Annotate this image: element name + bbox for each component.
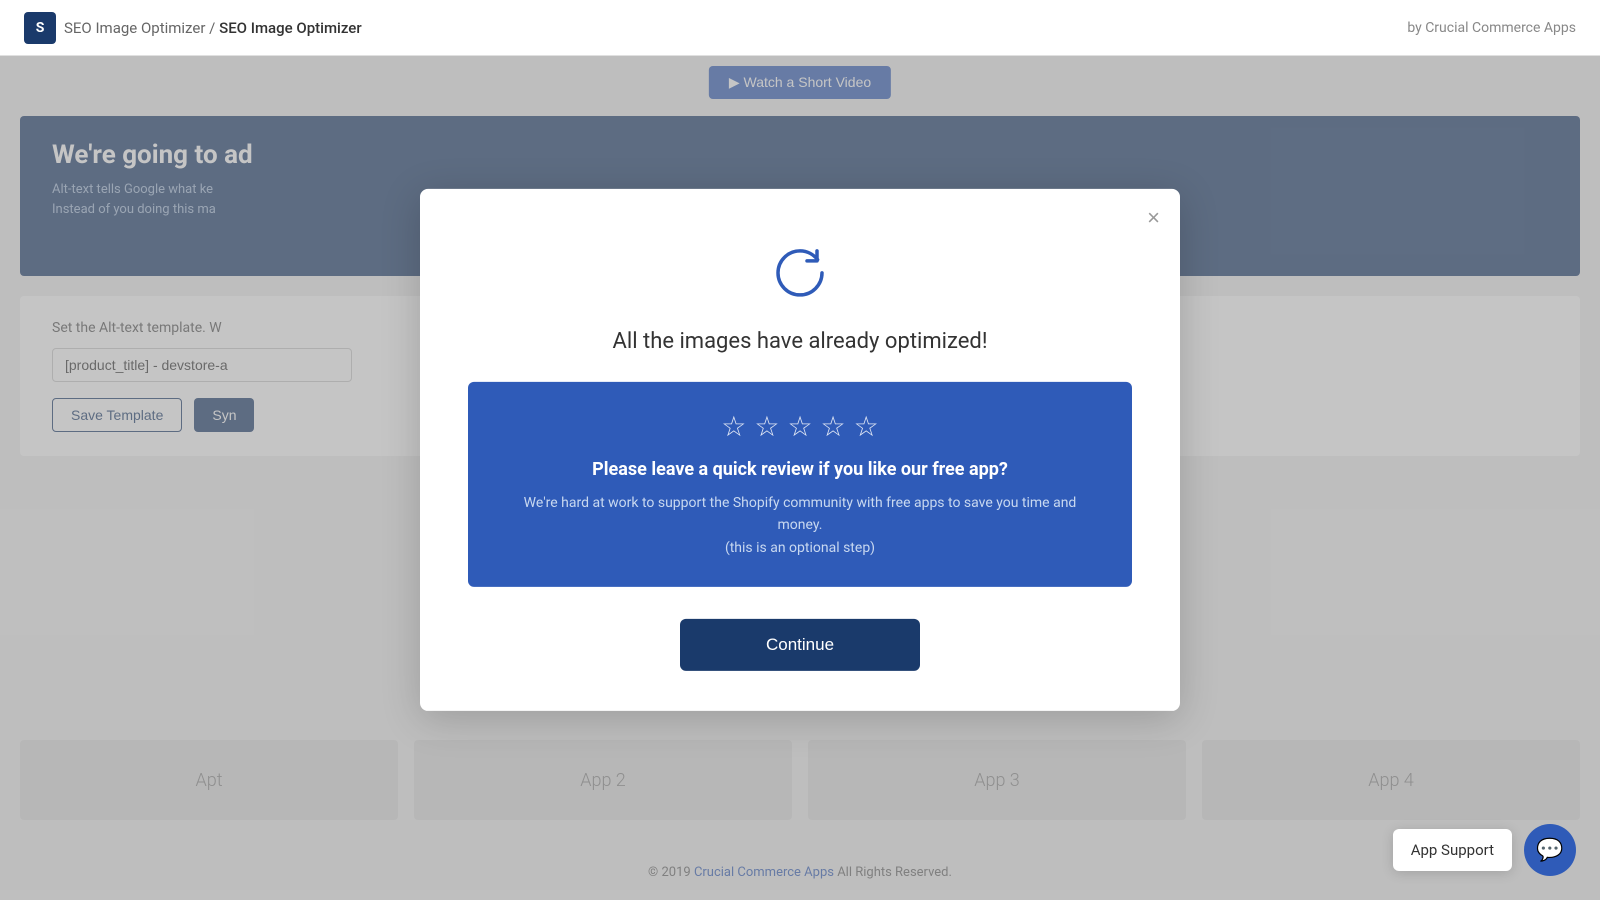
star-2[interactable]: ☆ <box>754 410 779 443</box>
sync-icon-container <box>468 237 1132 309</box>
app-support-button[interactable]: 💬 <box>1524 824 1576 876</box>
header-by-text: by Crucial Commerce Apps <box>1407 20 1576 36</box>
star-4[interactable]: ☆ <box>821 410 846 443</box>
breadcrumb: SEO Image Optimizer / SEO Image Optimize… <box>64 19 362 37</box>
star-1[interactable]: ☆ <box>721 410 746 443</box>
app-support-label: App Support <box>1393 829 1512 871</box>
review-box: ☆ ☆ ☆ ☆ ☆ Please leave a quick review if… <box>468 382 1132 587</box>
modal-dialog: × All the images have already optimized!… <box>420 189 1180 711</box>
header-left: S SEO Image Optimizer / SEO Image Optimi… <box>24 12 362 44</box>
modal-close-button[interactable]: × <box>1147 207 1160 229</box>
star-3[interactable]: ☆ <box>787 410 812 443</box>
chat-icon: 💬 <box>1536 837 1563 863</box>
review-heading: Please leave a quick review if you like … <box>500 459 1100 480</box>
review-desc-line2: (this is an optional step) <box>500 537 1100 559</box>
app-logo: S <box>24 12 56 44</box>
sync-icon <box>764 237 836 309</box>
modal-title: All the images have already optimized! <box>468 329 1132 354</box>
continue-button[interactable]: Continue <box>680 619 920 671</box>
stars-row[interactable]: ☆ ☆ ☆ ☆ ☆ <box>500 410 1100 443</box>
review-desc-line1: We're hard at work to support the Shopif… <box>500 492 1100 537</box>
star-5[interactable]: ☆ <box>854 410 879 443</box>
app-support-container: App Support 💬 <box>1393 824 1576 876</box>
header: S SEO Image Optimizer / SEO Image Optimi… <box>0 0 1600 56</box>
